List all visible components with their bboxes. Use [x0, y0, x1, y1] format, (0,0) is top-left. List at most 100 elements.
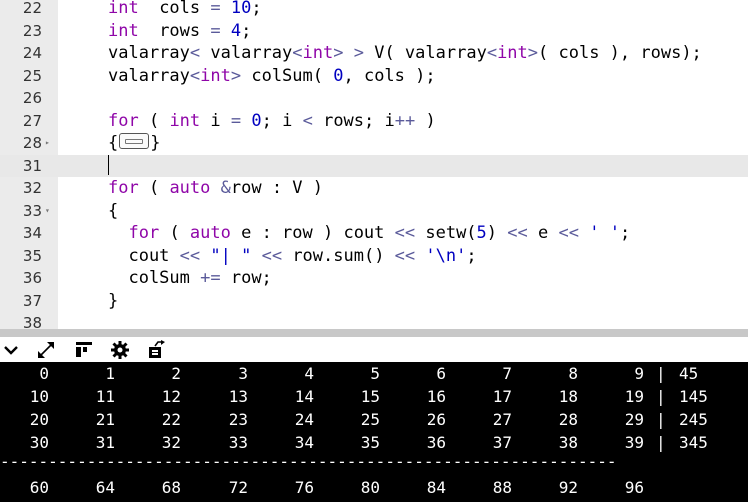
- row-sum: 245: [679, 410, 708, 429]
- code-text[interactable]: cout << "| " << row.sum() << '\n';: [108, 245, 476, 268]
- console-value: 1: [105, 364, 115, 383]
- horizontal-scrollbar[interactable]: [0, 329, 748, 337]
- code-line[interactable]: 22 int cols = 10;: [0, 0, 748, 20]
- code-token: ): [486, 223, 508, 243]
- code-line[interactable]: 35 cout << "| " << row.sum() << '\n';: [0, 245, 748, 268]
- code-text[interactable]: for ( auto &row : V ): [108, 177, 323, 200]
- console-row: 0 1 2 3 4 5 6 7 8 9 | 45: [0, 362, 748, 385]
- code-token: rows: [138, 20, 211, 41]
- code-token: 10: [220, 0, 252, 18]
- console-value: 14: [294, 387, 314, 406]
- code-text[interactable]: int rows = 4;: [108, 20, 251, 43]
- code-token: }: [150, 133, 161, 153]
- code-text[interactable]: valarray< valarray<int> > V( valarray<in…: [108, 42, 702, 65]
- code-token: cout: [108, 245, 180, 266]
- code-token: int: [169, 110, 201, 131]
- row-separator: |: [656, 364, 666, 383]
- code-token: <<: [394, 223, 416, 243]
- code-token: int: [108, 0, 139, 18]
- code-token: ): [415, 110, 436, 131]
- output-toolbar: [0, 337, 748, 362]
- fold-toggle-icon[interactable]: ▾: [45, 200, 50, 223]
- code-line[interactable]: 28 ▸ {}: [0, 132, 748, 155]
- code-token: &: [220, 178, 231, 198]
- code-line[interactable]: 32 for ( auto &row : V ): [0, 177, 748, 200]
- code-token: ( cols ), rows);: [538, 43, 702, 63]
- code-token: row : V ): [230, 178, 324, 198]
- code-line[interactable]: 23 int rows = 4;: [0, 20, 748, 43]
- code-token: e: [527, 223, 559, 243]
- code-token: V( valarray: [363, 43, 487, 63]
- code-token: "| ": [210, 245, 252, 266]
- code-token: <<: [394, 245, 416, 266]
- layout-icon[interactable]: [74, 340, 94, 360]
- console-value: 17: [492, 387, 512, 406]
- console-value: 0: [39, 364, 49, 383]
- code-line[interactable]: 27 for ( int i = 0; i < rows; i++ ): [0, 110, 748, 133]
- gear-icon[interactable]: [110, 340, 130, 360]
- code-text[interactable]: int cols = 10;: [108, 0, 262, 20]
- code-token: for: [108, 178, 139, 198]
- code-line[interactable]: 33 ▾ {: [0, 200, 748, 223]
- console-value: 28: [558, 410, 578, 429]
- console-value: 6: [436, 364, 446, 383]
- line-number: 33: [22, 201, 42, 220]
- code-token: (: [159, 223, 190, 243]
- code-line[interactable]: 38: [0, 312, 748, 329]
- code-token: ++: [394, 110, 416, 131]
- code-token: 0: [251, 110, 262, 131]
- code-token: {: [108, 133, 119, 153]
- code-text[interactable]: {}: [108, 132, 161, 155]
- code-token: 4: [220, 20, 242, 41]
- console-value: 9: [634, 364, 644, 383]
- code-token: int: [302, 43, 334, 63]
- chevron-down-icon[interactable]: [2, 340, 22, 360]
- code-text[interactable]: {: [108, 200, 118, 223]
- line-number: 25: [22, 66, 42, 85]
- console-row: 20 21 22 23 24 25 26 27 28 29 | 245: [0, 408, 748, 431]
- fold-toggle-icon[interactable]: ▸: [45, 132, 50, 155]
- line-number: 23: [22, 21, 42, 40]
- folded-code-placeholder[interactable]: [119, 133, 150, 149]
- console-value: 29: [624, 410, 644, 429]
- code-token: ;: [619, 223, 631, 243]
- code-token: 5: [476, 223, 487, 243]
- code-token: >: [230, 65, 242, 86]
- code-token: rows; i: [312, 110, 395, 131]
- code-line[interactable]: 36 colSum += row;: [0, 267, 748, 290]
- code-editor[interactable]: 22 int cols = 10; 23 int rows = 4; 24 valarra…: [0, 0, 748, 329]
- code-line[interactable]: 26: [0, 87, 748, 110]
- console-value: 10: [29, 387, 49, 406]
- code-token: <: [292, 43, 303, 63]
- resize-icon[interactable]: [36, 340, 56, 360]
- code-text[interactable]: colSum += row;: [108, 267, 271, 290]
- code-line[interactable]: 34 for ( auto e : row ) cout << setw(5) …: [0, 222, 748, 245]
- code-line[interactable]: 37}: [0, 290, 748, 313]
- code-token: ;: [241, 20, 252, 41]
- console-row: 30 31 32 33 34 35 36 37 38 39 | 345: [0, 431, 748, 454]
- code-line[interactable]: 24 valarray< valarray<int> > V( valarray<…: [0, 42, 748, 65]
- console-value: 20: [29, 410, 49, 429]
- code-token: '\n': [425, 245, 467, 266]
- code-token: <<: [507, 223, 528, 243]
- export-icon[interactable]: [146, 340, 166, 360]
- column-sum-value: 92: [558, 478, 578, 497]
- column-sum-value: 72: [228, 478, 248, 497]
- code-line[interactable]: 25 valarray<int> colSum( 0, cols );: [0, 65, 748, 88]
- code-text[interactable]: for ( auto e : row ) cout << setw(5) << …: [108, 222, 630, 245]
- column-sum-value: 76: [294, 478, 314, 497]
- code-token: e : row ) cout: [230, 223, 395, 243]
- code-token: <: [486, 43, 498, 63]
- console-value: 15: [360, 387, 380, 406]
- code-text[interactable]: }: [108, 290, 118, 313]
- code-line[interactable]: 31: [0, 154, 748, 177]
- console-value: 26: [426, 410, 446, 429]
- line-number: 36: [22, 269, 42, 287]
- code-text[interactable]: for ( int i = 0; i < rows; i++ ): [108, 110, 436, 133]
- code-text[interactable]: valarray<int> colSum( 0, cols );: [108, 65, 436, 88]
- code-token: ;: [261, 110, 272, 131]
